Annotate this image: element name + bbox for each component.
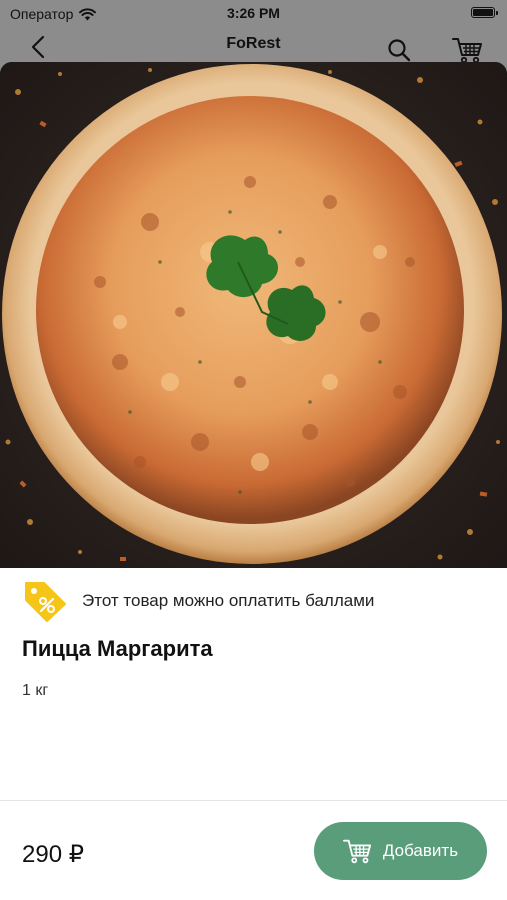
product-price: 290 ₽	[22, 841, 84, 868]
nav-title: FoRest	[226, 35, 281, 52]
add-to-cart-button[interactable]: Добавить	[314, 822, 487, 880]
product-weight: 1 кг	[22, 682, 49, 699]
status-time: 3:26 PM	[227, 5, 280, 21]
cart-icon	[342, 839, 371, 864]
nav-bar: FoRest	[0, 28, 507, 64]
pizza-illustration	[0, 62, 507, 568]
product-title: Пицца Маргарита	[22, 636, 213, 661]
search-icon[interactable]	[386, 37, 412, 63]
product-screen: Оператор 3:26 PM FoRest Этот товар можно…	[0, 0, 507, 900]
cart-icon[interactable]	[452, 35, 484, 65]
divider	[0, 800, 507, 801]
points-notice-text: Этот товар можно оплатить баллами	[82, 591, 375, 610]
status-bar: Оператор 3:26 PM	[0, 0, 507, 28]
add-button-label: Добавить	[382, 841, 459, 860]
pizza-image	[0, 62, 507, 568]
battery-icon	[471, 7, 498, 18]
discount-tag-icon	[25, 582, 66, 622]
points-notice: Этот товар можно оплатить баллами	[22, 578, 374, 624]
